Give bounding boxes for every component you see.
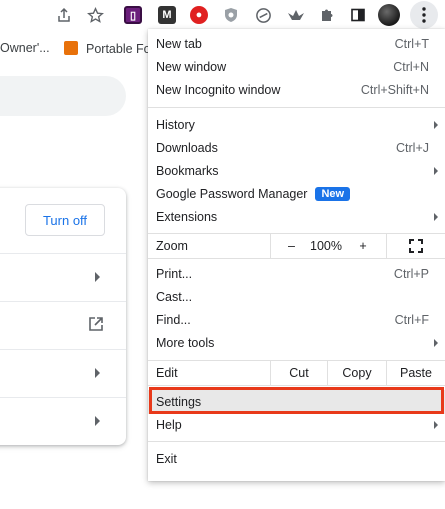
menu-item-label: Find...	[156, 313, 191, 327]
menu-item-shortcut: Ctrl+T	[394, 37, 429, 51]
zoom-label: Zoom	[156, 239, 188, 253]
menu-item-label: New window	[156, 60, 227, 74]
menu-item-label: Print...	[156, 267, 193, 281]
card-row[interactable]	[0, 397, 126, 445]
menu-item-history[interactable]: History	[148, 114, 445, 137]
copy-button[interactable]: Copy	[327, 361, 386, 385]
star-icon[interactable]	[84, 4, 106, 26]
extensions-puzzle-icon[interactable]	[316, 4, 338, 26]
side-panel-icon[interactable]	[347, 4, 369, 26]
submenu-arrow-icon	[434, 121, 438, 129]
zoom-in-button[interactable]: +	[340, 234, 386, 258]
menu-item-label: Extensions	[156, 210, 218, 224]
fullscreen-icon[interactable]	[386, 234, 445, 258]
extension-circle-icon[interactable]	[252, 4, 274, 26]
menu-item-exit[interactable]: Exit	[148, 448, 445, 471]
zoom-out-button[interactable]: –	[270, 234, 312, 258]
menu-item-new-incognito[interactable]: New Incognito window Ctrl+Shift+N	[148, 79, 445, 102]
external-link-icon	[88, 316, 104, 337]
extension-m-icon[interactable]: M	[156, 4, 178, 26]
menu-item-new-tab[interactable]: New tab Ctrl+T	[148, 33, 445, 56]
bookmark-label: Portable Fo	[86, 42, 151, 56]
bookmark-favicon-icon	[64, 41, 78, 55]
menu-item-new-window[interactable]: New window Ctrl+N	[148, 56, 445, 79]
submenu-arrow-icon	[434, 421, 438, 429]
menu-kebab-icon[interactable]	[410, 1, 438, 29]
extension-bird-icon[interactable]	[285, 4, 307, 26]
menu-item-label: Bookmarks	[156, 164, 219, 178]
settings-card: Turn off	[0, 188, 126, 445]
cut-button[interactable]: Cut	[270, 361, 327, 385]
menu-separator	[148, 107, 445, 108]
menu-item-shortcut: Ctrl+Shift+N	[360, 83, 429, 97]
menu-separator	[148, 258, 445, 259]
menu-item-bookmarks[interactable]: Bookmarks	[148, 160, 445, 183]
menu-item-label: Exit	[156, 452, 177, 466]
search-box[interactable]	[0, 76, 126, 116]
share-icon[interactable]	[53, 4, 75, 26]
menu-item-shortcut: Ctrl+N	[393, 60, 429, 74]
menu-item-shortcut: Ctrl+J	[396, 141, 429, 155]
turn-off-button[interactable]: Turn off	[25, 204, 105, 236]
profile-avatar[interactable]	[378, 4, 400, 26]
menu-item-password-manager[interactable]: Google Password Manager New	[148, 183, 445, 206]
menu-item-cast[interactable]: Cast...	[148, 286, 445, 309]
browser-toolbar: ▯ M ●	[0, 0, 445, 31]
menu-item-label: New Incognito window	[156, 83, 281, 97]
menu-item-label-wrap: Google Password Manager New	[156, 187, 351, 201]
bookmark-item-portable[interactable]: Portable Fo	[64, 41, 151, 56]
menu-item-print[interactable]: Print... Ctrl+P	[148, 263, 445, 286]
zoom-value: 100%	[310, 239, 342, 253]
menu-item-extensions[interactable]: Extensions	[148, 206, 445, 229]
submenu-arrow-icon	[434, 213, 438, 221]
chevron-right-icon	[95, 416, 100, 426]
menu-item-label: New tab	[156, 37, 202, 51]
card-row[interactable]	[0, 301, 126, 349]
edit-label: Edit	[156, 366, 178, 380]
edit-row: Edit Cut Copy Paste	[148, 361, 445, 385]
zoom-row: Zoom – 100% +	[148, 234, 445, 258]
card-row[interactable]	[0, 349, 126, 397]
menu-item-shortcut: Ctrl+F	[394, 313, 429, 327]
menu-item-label: Help	[156, 418, 182, 432]
menu-separator	[148, 385, 445, 386]
chevron-right-icon	[95, 368, 100, 378]
chevron-right-icon	[95, 272, 100, 282]
menu-item-label: Downloads	[156, 141, 218, 155]
menu-separator	[148, 441, 445, 442]
menu-item-downloads[interactable]: Downloads Ctrl+J	[148, 137, 445, 160]
menu-item-find[interactable]: Find... Ctrl+F	[148, 309, 445, 332]
submenu-arrow-icon	[434, 167, 438, 175]
extension-red-icon[interactable]: ●	[188, 4, 210, 26]
new-badge: New	[315, 187, 351, 201]
menu-item-label: Google Password Manager	[156, 187, 308, 201]
menu-item-shortcut: Ctrl+P	[393, 267, 429, 281]
bookmark-item[interactable]: Owner'...	[0, 41, 50, 55]
extension-shield-icon[interactable]	[220, 4, 242, 26]
menu-item-label: More tools	[156, 336, 215, 350]
paste-button[interactable]: Paste	[386, 361, 445, 385]
menu-item-label: History	[156, 118, 195, 132]
extension-purple-icon[interactable]: ▯	[122, 4, 144, 26]
menu-item-more-tools[interactable]: More tools	[148, 332, 445, 355]
menu-item-label: Cast...	[156, 290, 193, 304]
card-row[interactable]	[0, 253, 126, 301]
submenu-arrow-icon	[434, 339, 438, 347]
settings-highlight-box	[149, 387, 444, 414]
menu-item-help[interactable]: Help	[148, 414, 445, 437]
